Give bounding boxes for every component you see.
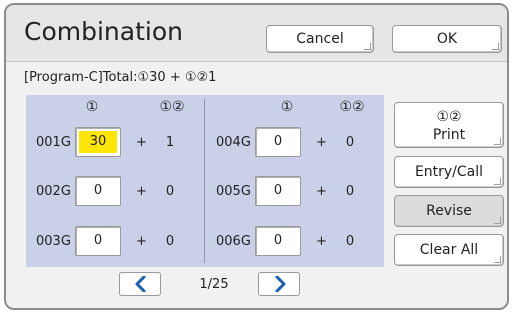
program-entry-panel: ① ①② ① ①② 001G 30 + 1 002G 0 + 0 003G 0 <box>26 95 384 267</box>
entry-call-button[interactable]: Entry/Call <box>394 156 504 188</box>
plus-sign: + <box>316 234 327 249</box>
entry-call-label: Entry/Call <box>414 164 484 180</box>
cancel-button[interactable]: Cancel <box>266 25 374 53</box>
program-value: 30 <box>79 131 117 153</box>
dialog-title: Combination <box>24 17 183 46</box>
program-total-summary: [Program-C]Total:①30 + ①②1 <box>24 70 217 85</box>
chevron-left-icon <box>135 276 146 292</box>
ok-button-label: OK <box>436 31 458 47</box>
program-label: 002G <box>36 184 71 199</box>
column-header-12: ①② <box>159 99 185 115</box>
program-value-input[interactable]: 30 <box>75 127 121 157</box>
program-label: 004G <box>216 135 251 150</box>
print-button-symbol: ①② <box>436 109 462 125</box>
program-value: 0 <box>259 230 297 252</box>
plus-sign: + <box>316 135 327 150</box>
program-value-input[interactable]: 0 <box>255 176 301 206</box>
program-count: 0 <box>345 135 355 150</box>
clear-all-button[interactable]: Clear All <box>394 234 504 266</box>
print-button[interactable]: ①② Print <box>394 102 504 148</box>
revise-label: Revise <box>426 203 472 219</box>
program-value-input[interactable]: 0 <box>255 127 301 157</box>
button-corner-mark <box>364 43 371 50</box>
combination-dialog: Combination Cancel OK [Program-C]Total:①… <box>4 3 509 310</box>
program-label: 006G <box>216 234 251 249</box>
program-count: 0 <box>345 234 355 249</box>
button-corner-mark <box>494 178 501 185</box>
column-header-1: ① <box>85 99 99 115</box>
program-value: 0 <box>79 230 117 252</box>
print-button-label: Print <box>432 127 466 143</box>
page-indicator: 1/25 <box>199 277 229 292</box>
button-corner-mark <box>494 138 501 145</box>
button-corner-mark <box>492 43 499 50</box>
program-value-input[interactable]: 0 <box>75 176 121 206</box>
program-label: 001G <box>36 135 71 150</box>
program-value-input[interactable]: 0 <box>255 226 301 256</box>
next-page-button[interactable] <box>258 272 300 296</box>
chevron-right-icon <box>275 276 286 292</box>
ok-button[interactable]: OK <box>392 25 502 53</box>
program-count: 0 <box>165 184 175 199</box>
cancel-button-label: Cancel <box>296 31 344 47</box>
clear-all-label: Clear All <box>419 242 479 258</box>
dialog-header: Combination Cancel OK <box>6 5 507 62</box>
plus-sign: + <box>136 184 147 199</box>
program-value-input[interactable]: 0 <box>75 226 121 256</box>
plus-sign: + <box>316 184 327 199</box>
revise-button[interactable]: Revise <box>394 195 504 227</box>
program-label: 005G <box>216 184 251 199</box>
panel-divider <box>204 99 205 263</box>
previous-page-button[interactable] <box>119 272 161 296</box>
program-count: 0 <box>345 184 355 199</box>
program-value: 0 <box>259 180 297 202</box>
program-value: 0 <box>259 131 297 153</box>
column-header-12: ①② <box>339 99 365 115</box>
column-header-1: ① <box>280 99 294 115</box>
program-count: 1 <box>165 135 175 150</box>
program-label: 003G <box>36 234 71 249</box>
plus-sign: + <box>136 234 147 249</box>
program-value: 0 <box>79 180 117 202</box>
plus-sign: + <box>136 135 147 150</box>
button-corner-mark <box>494 256 501 263</box>
button-corner-mark <box>494 217 501 224</box>
program-count: 0 <box>165 234 175 249</box>
